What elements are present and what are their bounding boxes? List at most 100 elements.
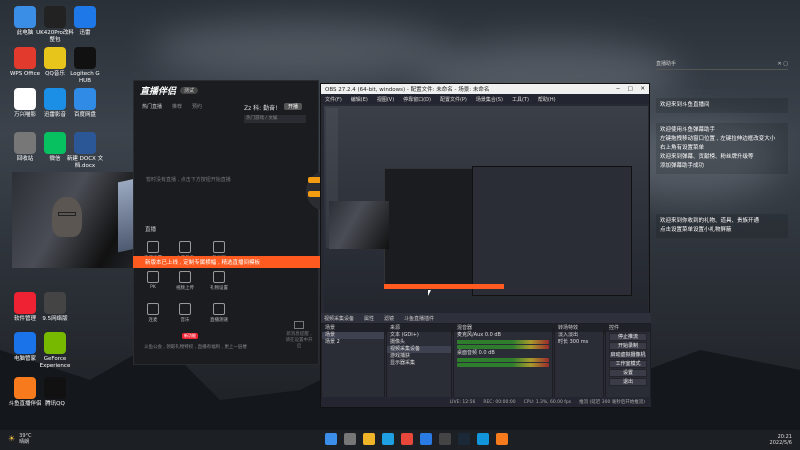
store-icon[interactable] bbox=[420, 433, 432, 445]
taskbar-apps bbox=[325, 433, 508, 445]
controls-dock: 控件 停止推流 开始录制 启动虚拟摄像机 工作室模式 设置 退出 bbox=[605, 323, 651, 406]
weather-widget[interactable]: ☀ 39°C 晴朗 bbox=[8, 433, 32, 445]
qq-icon bbox=[44, 377, 66, 399]
exit-button[interactable]: 退出 bbox=[609, 378, 647, 386]
douyu-plugin-button[interactable]: 斗鱼直播插件 bbox=[404, 315, 434, 322]
category-search[interactable]: 热门游戏 / 文娱 bbox=[244, 115, 306, 123]
desktop-icon[interactable]: Logitech G HUB bbox=[65, 47, 105, 85]
assistant-close-icon[interactable]: ✕ ▢ bbox=[777, 60, 788, 69]
properties-button[interactable]: 属性 bbox=[364, 315, 374, 322]
maximize-icon[interactable]: □ bbox=[627, 86, 632, 92]
live-assistant-window: 直播伴侣 测试 热门直播 推荐 预约 暂时没有直播 , 点击下方按钮开始直播 Z… bbox=[133, 80, 346, 365]
transitions-dock: 转场特效 淡入淡出 时长 300 ms bbox=[554, 323, 604, 406]
obs-preview[interactable] bbox=[324, 106, 648, 334]
transition-type[interactable]: 淡入淡出 bbox=[555, 332, 603, 339]
mic-icon bbox=[147, 303, 159, 315]
mouse-cursor bbox=[428, 290, 431, 296]
webcam-overlay bbox=[12, 172, 145, 268]
obs-menu-item[interactable]: 文件(F) bbox=[325, 96, 342, 103]
tool-music[interactable]: 音乐 bbox=[172, 303, 198, 323]
tool-pk[interactable]: PK bbox=[140, 271, 166, 290]
nvidia-icon bbox=[44, 332, 66, 354]
tool-gift-settings[interactable]: 礼物设置 bbox=[206, 271, 232, 291]
obs-statusbar: LIVE: 12:56 REC: 00:00:00 CPU: 1.3%, 60.… bbox=[321, 397, 651, 407]
obs-menu-item[interactable]: 配置文件(P) bbox=[440, 96, 467, 103]
word-icon bbox=[74, 132, 96, 154]
tab-recommend[interactable]: 推荐 bbox=[172, 103, 182, 110]
nested-webcam bbox=[329, 201, 389, 249]
desktop-icon[interactable]: 迅雷 bbox=[65, 6, 105, 37]
source-toolbar: 视频采集设备 属性 滤镜 斗鱼直播插件 bbox=[321, 313, 651, 323]
source-item[interactable]: 游戏捕获 bbox=[387, 353, 451, 360]
source-item[interactable]: 文本 (GDI+) bbox=[387, 332, 451, 339]
computer-icon bbox=[14, 6, 36, 28]
virtual-camera-button[interactable]: 启动虚拟摄像机 bbox=[609, 351, 647, 359]
desktop-icon[interactable]: 百度网盘 bbox=[65, 88, 105, 119]
studio-mode-button[interactable]: 工作室模式 bbox=[609, 360, 647, 368]
filters-button[interactable]: 滤镜 bbox=[384, 315, 394, 322]
tab-reserve[interactable]: 预约 bbox=[192, 103, 202, 110]
new-badge: 新功能 bbox=[182, 333, 198, 339]
obs-menu-item[interactable]: 视图(V) bbox=[377, 96, 394, 103]
mixer-track: 桌面音频 0.0 dB bbox=[457, 350, 495, 356]
desktop-icon[interactable]: GeForce Experience bbox=[35, 332, 75, 370]
start-record-button[interactable]: 开始录制 bbox=[609, 342, 647, 350]
mixer-dock: 混音器 麦克风/Aux 0.0 dB 桌面音频 0.0 dB bbox=[453, 323, 553, 406]
settings-button[interactable]: 设置 bbox=[609, 369, 647, 377]
transition-duration[interactable]: 时长 300 ms bbox=[555, 339, 603, 346]
system-clock[interactable]: 20:21 2022/5/6 bbox=[770, 434, 792, 446]
window-controls: ─ □ ✕ bbox=[616, 86, 645, 92]
obs-menu-item[interactable]: 停靠窗口(D) bbox=[403, 96, 431, 103]
cpu-status: CPU: 1.3%, 60.00 fps bbox=[523, 399, 572, 405]
wechat-icon bbox=[44, 132, 66, 154]
obs-icon[interactable] bbox=[439, 433, 451, 445]
close-icon[interactable]: ✕ bbox=[640, 86, 645, 92]
start-live-button[interactable]: 开播 bbox=[284, 103, 303, 110]
edge-icon[interactable] bbox=[382, 433, 394, 445]
obs-menu-item[interactable]: 编辑(E) bbox=[351, 96, 368, 103]
scene-item[interactable]: 场景 2 bbox=[322, 339, 384, 346]
source-item[interactable]: 显示器采集 bbox=[387, 360, 451, 367]
stream-status: 推流 (延迟 300 毫秒后开始推流) bbox=[579, 400, 645, 405]
gift-settings-icon bbox=[213, 271, 225, 283]
file-explorer-icon[interactable] bbox=[363, 433, 375, 445]
scenes-dock: 场景 场景 场景 2 bbox=[321, 323, 385, 406]
minimize-icon[interactable]: ─ bbox=[616, 86, 619, 92]
tool-upload[interactable]: 视频上传 bbox=[172, 271, 198, 291]
desktop-icon[interactable]: 腾讯QQ bbox=[35, 377, 75, 408]
upload-icon bbox=[179, 271, 191, 283]
scenes-title: 场景 bbox=[322, 324, 384, 332]
live-section-title: 直播 bbox=[145, 227, 157, 233]
sources-dock: 来源 文本 (GDI+) 摄像头 视频采集设备 游戏捕获 显示器采集 bbox=[386, 323, 452, 406]
assistant-message: 欢迎来到斗鱼直播间 bbox=[656, 98, 788, 113]
steam-icon[interactable] bbox=[458, 433, 470, 445]
tool-mic[interactable]: 连麦 bbox=[140, 303, 166, 323]
controls-title: 控件 bbox=[606, 324, 650, 332]
tab-hot[interactable]: 热门直播 bbox=[142, 103, 162, 110]
empty-hint: 暂时没有直播 , 点击下方按钮开始直播 bbox=[146, 177, 231, 183]
assistant-title: 直播助手 bbox=[656, 61, 677, 67]
desktop-icon[interactable]: 新建 DOCX 文档.docx bbox=[65, 132, 105, 170]
assistant-message: 欢迎使用斗鱼弹幕助手 左键拖拽移动窗口位置 , 左键拉伸边框改变大小 右上角有设… bbox=[656, 123, 788, 174]
chrome-icon[interactable] bbox=[401, 433, 413, 445]
desktop-icon-label: 腾讯QQ bbox=[45, 401, 65, 407]
tool-speedtest[interactable]: 直播测速 bbox=[206, 303, 232, 323]
obs-menu-item[interactable]: 场景集合(S) bbox=[476, 96, 503, 103]
chat-hint: 新消息提醒 , 请在设置中开启 bbox=[284, 321, 314, 349]
source-item[interactable]: 摄像头 bbox=[387, 339, 451, 346]
douyu-icon[interactable] bbox=[496, 433, 508, 445]
obs-menu-item[interactable]: 工具(T) bbox=[512, 96, 529, 103]
stop-stream-button[interactable]: 停止推流 bbox=[609, 333, 647, 341]
room-label: Zz 科: 勤奋! bbox=[244, 105, 278, 112]
scene-item[interactable]: 场景 bbox=[322, 332, 384, 339]
qq-icon[interactable] bbox=[477, 433, 489, 445]
obs-menu-item[interactable]: 帮助(H) bbox=[538, 96, 556, 103]
desktop-icon[interactable]: 9.5网络版 bbox=[35, 292, 75, 323]
wps-icon bbox=[14, 47, 36, 69]
selected-source: 视频采集设备 bbox=[324, 315, 355, 322]
search-icon[interactable] bbox=[344, 433, 356, 445]
sources-title: 来源 bbox=[387, 324, 451, 332]
source-item[interactable]: 视频采集设备 bbox=[387, 346, 451, 353]
desktop-icon-label: 百度网盘 bbox=[73, 112, 96, 118]
start-icon[interactable] bbox=[325, 433, 337, 445]
